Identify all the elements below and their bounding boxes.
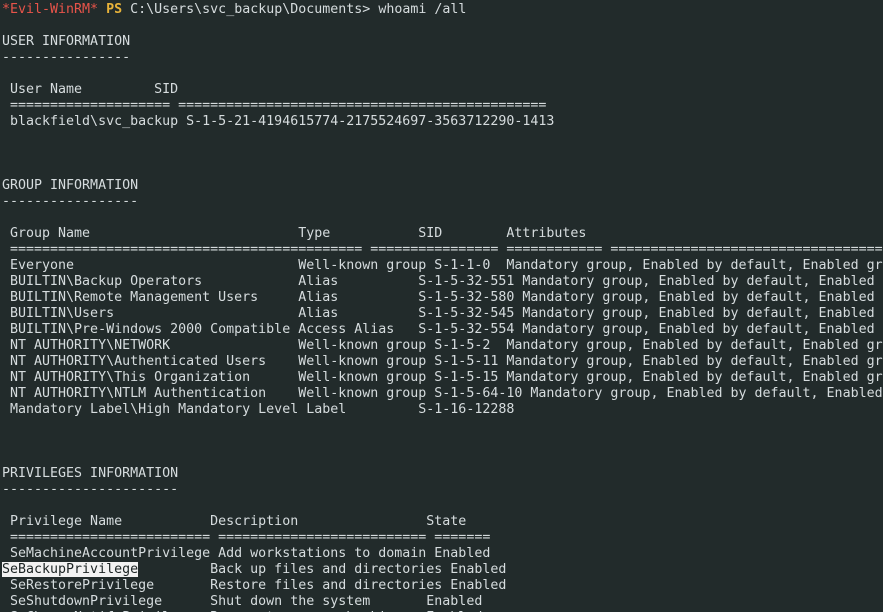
user-section-underline-line: ---------------- bbox=[2, 50, 883, 66]
prompt-path: C:\Users\svc_backup\Documents> bbox=[130, 2, 371, 17]
group-row-5: NT AUTHORITY\NETWORK Well-known group S-… bbox=[2, 338, 883, 354]
spacer-group-end-1 bbox=[2, 418, 883, 434]
privileges-header-rule-line: ========================= ==============… bbox=[2, 530, 883, 546]
spacer-group-end-3 bbox=[2, 450, 883, 466]
privileges-header-line: Privilege Name Description State bbox=[2, 514, 883, 530]
user-section-title: USER INFORMATION bbox=[2, 34, 131, 49]
privileges-row-1[interactable]: SeBackupPrivilege Back up files and dire… bbox=[2, 562, 883, 578]
spacer-after-prompt bbox=[2, 18, 883, 34]
user-section-title-line: USER INFORMATION bbox=[2, 34, 883, 50]
user-table-header-rule: ==================== ===================… bbox=[2, 98, 547, 113]
user-header-line: User Name SID bbox=[2, 82, 883, 98]
user-row-0: blackfield\svc_backup S-1-5-21-419461577… bbox=[2, 114, 883, 130]
user-table-header: User Name SID bbox=[2, 82, 179, 97]
group-table-row: BUILTIN\Remote Management Users Alias S-… bbox=[2, 290, 883, 305]
privileges-table-row: SeShutdownPrivilege Shut down the system… bbox=[2, 594, 483, 609]
group-header-line: Group Name Type SID Attributes bbox=[2, 226, 883, 242]
group-section-title-line: GROUP INFORMATION bbox=[2, 178, 883, 194]
spacer-user-end-3 bbox=[2, 162, 883, 178]
group-table-header: Group Name Type SID Attributes bbox=[2, 226, 587, 241]
privileges-section-underline: ---------------------- bbox=[2, 482, 179, 497]
spacer-user-end-1 bbox=[2, 130, 883, 146]
group-table-row: Everyone Well-known group S-1-1-0 Mandat… bbox=[2, 258, 883, 273]
group-row-1: BUILTIN\Backup Operators Alias S-1-5-32-… bbox=[2, 274, 883, 290]
privileges-table-header-rule: ========================= ==============… bbox=[2, 530, 491, 545]
privileges-table-row: SeMachineAccountPrivilege Add workstatio… bbox=[2, 546, 491, 561]
privileges-table-row: SeRestorePrivilege Restore files and dir… bbox=[2, 578, 507, 593]
group-row-3: BUILTIN\Users Alias S-1-5-32-545 Mandato… bbox=[2, 306, 883, 322]
group-header-rule-line: ========================================… bbox=[2, 242, 883, 258]
privileges-table-row-rest: Back up files and directories Enabled bbox=[138, 562, 507, 577]
user-section-underline: ---------------- bbox=[2, 50, 131, 65]
spacer-privileges bbox=[2, 498, 883, 514]
user-table-row: blackfield\svc_backup S-1-5-21-419461577… bbox=[2, 114, 555, 129]
group-table-row: NT AUTHORITY\NTLM Authentication Well-kn… bbox=[2, 386, 883, 401]
privileges-row-2: SeRestorePrivilege Restore files and dir… bbox=[2, 578, 883, 594]
group-table-row: NT AUTHORITY\NETWORK Well-known group S-… bbox=[2, 338, 883, 353]
group-table-header-rule: ========================================… bbox=[10, 242, 883, 257]
group-row-2: BUILTIN\Remote Management Users Alias S-… bbox=[2, 290, 883, 306]
privileges-table-header: Privilege Name Description State bbox=[2, 514, 467, 529]
group-section-title: GROUP INFORMATION bbox=[2, 178, 139, 193]
group-table-row: BUILTIN\Users Alias S-1-5-32-545 Mandato… bbox=[2, 306, 883, 321]
group-row-8: NT AUTHORITY\NTLM Authentication Well-kn… bbox=[2, 386, 883, 402]
group-section-underline: ----------------- bbox=[2, 194, 139, 209]
privileges-section-title: PRIVILEGES INFORMATION bbox=[2, 466, 179, 481]
prompt-command[interactable]: whoami /all bbox=[378, 2, 466, 17]
spacer-user bbox=[2, 66, 883, 82]
group-row-6: NT AUTHORITY\Authenticated Users Well-kn… bbox=[2, 354, 883, 370]
group-section-underline-line: ----------------- bbox=[2, 194, 883, 210]
spacer-group-end-2 bbox=[2, 434, 883, 450]
prompt-host: *Evil-WinRM* bbox=[2, 2, 99, 17]
privileges-row-0: SeMachineAccountPrivilege Add workstatio… bbox=[2, 546, 883, 562]
privileges-section-underline-line: ---------------------- bbox=[2, 482, 883, 498]
group-row-0: Everyone Well-known group S-1-1-0 Mandat… bbox=[2, 258, 883, 274]
group-table-row: NT AUTHORITY\Authenticated Users Well-kn… bbox=[2, 354, 883, 369]
group-table-row: Mandatory Label\High Mandatory Level Lab… bbox=[2, 402, 515, 417]
group-table-row: BUILTIN\Pre-Windows 2000 Compatible Acce… bbox=[2, 322, 883, 337]
group-table-row: BUILTIN\Backup Operators Alias S-1-5-32-… bbox=[2, 274, 883, 289]
group-row-9: Mandatory Label\High Mandatory Level Lab… bbox=[2, 402, 883, 418]
selected-privilege-name[interactable]: SeBackupPrivilege bbox=[2, 562, 139, 577]
spacer-group bbox=[2, 210, 883, 226]
group-table-row: NT AUTHORITY\This Organization Well-know… bbox=[2, 370, 883, 385]
prompt-line[interactable]: *Evil-WinRM* PS C:\Users\svc_backup\Docu… bbox=[2, 2, 883, 18]
terminal-screen[interactable]: *Evil-WinRM* PS C:\Users\svc_backup\Docu… bbox=[0, 0, 883, 612]
group-row-7: NT AUTHORITY\This Organization Well-know… bbox=[2, 370, 883, 386]
user-header-rule-line: ==================== ===================… bbox=[2, 98, 883, 114]
privileges-row-3: SeShutdownPrivilege Shut down the system… bbox=[2, 594, 883, 610]
group-row-4: BUILTIN\Pre-Windows 2000 Compatible Acce… bbox=[2, 322, 883, 338]
privileges-section-title-line: PRIVILEGES INFORMATION bbox=[2, 466, 883, 482]
prompt-shell: PS bbox=[106, 2, 123, 17]
spacer-user-end-2 bbox=[2, 146, 883, 162]
